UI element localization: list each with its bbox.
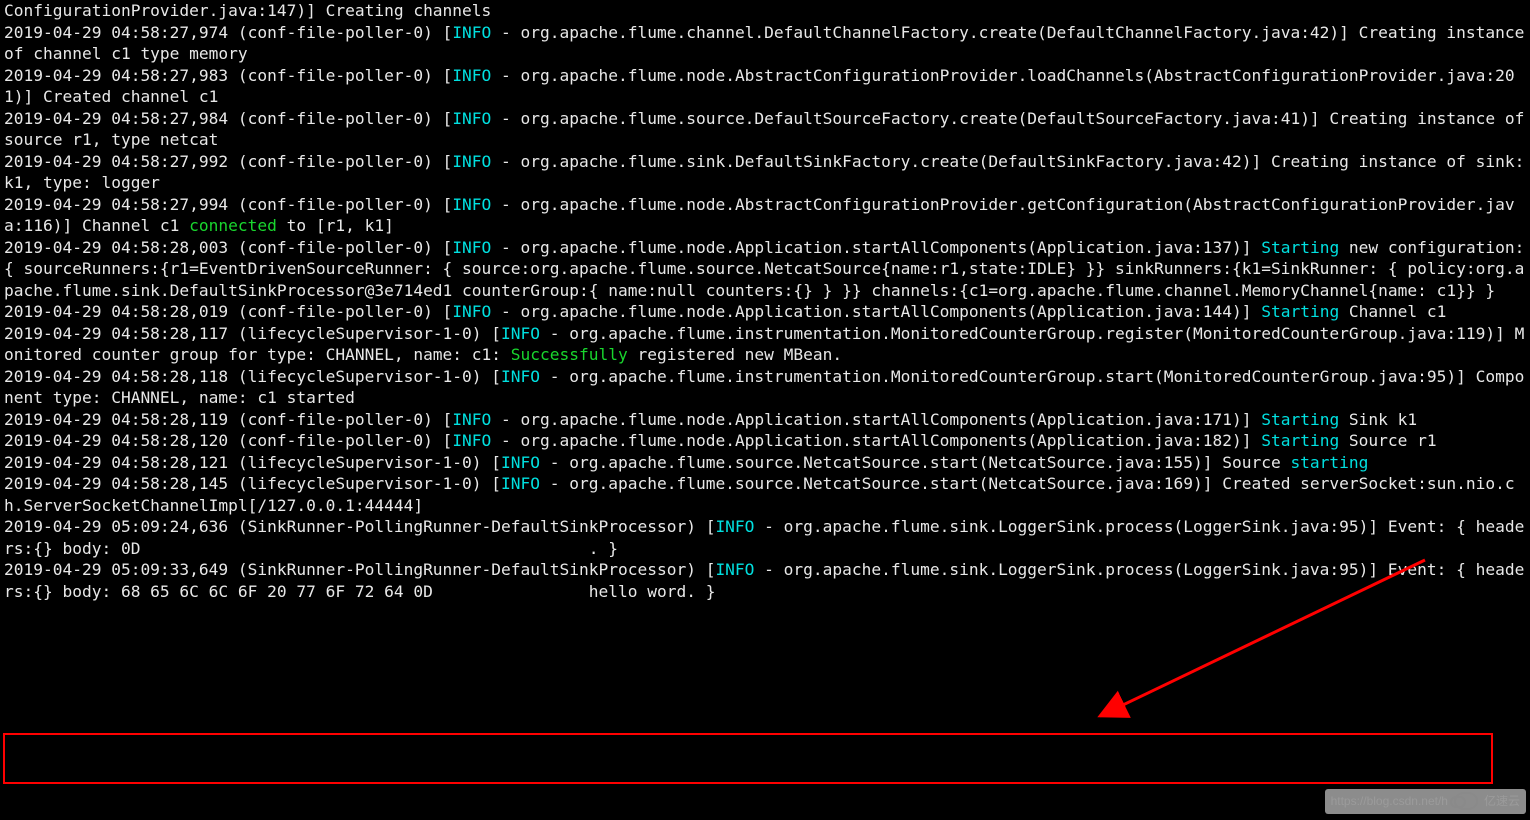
log-line: 2019-04-29 04:58:28,118 (lifecycleSuperv… [4,367,1524,408]
highlight-annotation [3,733,1493,784]
log-line: 2019-04-29 05:09:24,636 (SinkRunner-Poll… [4,517,1524,558]
log-line: 2019-04-29 04:58:28,121 (lifecycleSuperv… [4,453,1368,472]
watermark-brand: 亿速云 [1484,791,1520,813]
log-line: 2019-04-29 04:58:28,120 (conf-file-polle… [4,431,1437,450]
log-line: 2019-04-29 04:58:28,119 (conf-file-polle… [4,410,1417,429]
log-line: 2019-04-29 04:58:27,983 (conf-file-polle… [4,66,1515,107]
cloud-logo-icon [1454,792,1478,810]
log-line: 2019-04-29 04:58:28,003 (conf-file-polle… [4,238,1524,300]
log-line: 2019-04-29 05:09:33,649 (SinkRunner-Poll… [4,560,1524,601]
watermark-url: https://blog.csdn.net/h [1331,791,1448,813]
log-line: 2019-04-29 04:58:27,992 (conf-file-polle… [4,152,1530,193]
log-line: 2019-04-29 04:58:28,117 (lifecycleSuperv… [4,324,1524,365]
log-line: ConfigurationProvider.java:147)] Creatin… [4,1,491,20]
log-line: 2019-04-29 04:58:27,974 (conf-file-polle… [4,23,1530,64]
log-line: 2019-04-29 04:58:28,145 (lifecycleSuperv… [4,474,1515,515]
log-line: 2019-04-29 04:58:27,984 (conf-file-polle… [4,109,1530,150]
terminal-output: ConfigurationProvider.java:147)] Creatin… [0,0,1530,602]
log-line: 2019-04-29 04:58:28,019 (conf-file-polle… [4,302,1446,321]
watermark: https://blog.csdn.net/h 亿速云 [1325,789,1526,815]
log-line: 2019-04-29 04:58:27,994 (conf-file-polle… [4,195,1515,236]
